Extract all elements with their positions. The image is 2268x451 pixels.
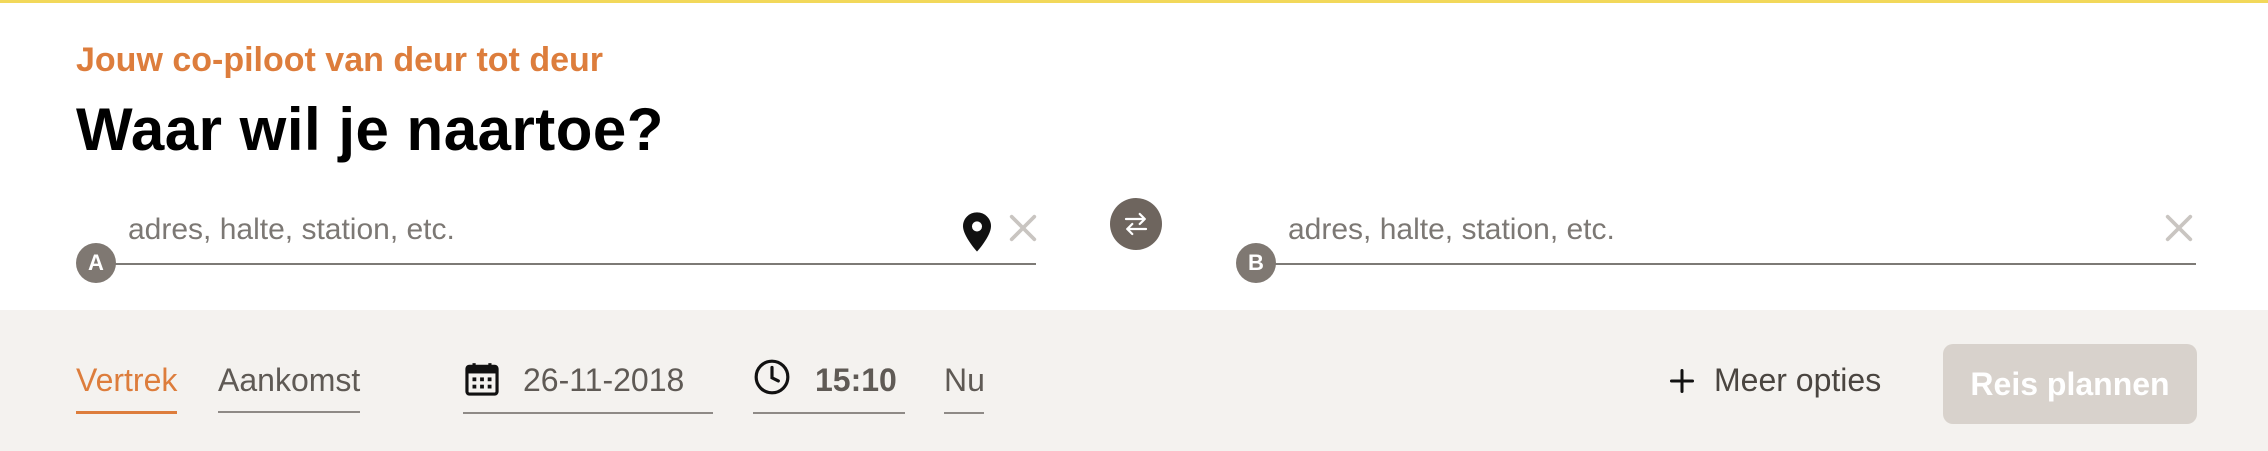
from-input[interactable] bbox=[126, 207, 830, 253]
now-button[interactable]: Nu bbox=[944, 356, 985, 414]
tab-aankomst[interactable]: Aankomst bbox=[218, 362, 361, 413]
time-value: 15:10 bbox=[815, 362, 897, 398]
clock-icon bbox=[754, 359, 790, 395]
more-options-button[interactable]: Meer opties bbox=[1668, 362, 1881, 399]
planner-top-section: Jouw co-piloot van deur tot deur Waar wi… bbox=[0, 3, 2268, 310]
plus-icon bbox=[1669, 368, 1695, 393]
to-field bbox=[1272, 193, 2196, 265]
location-pin-icon[interactable] bbox=[960, 211, 994, 253]
plan-trip-button[interactable]: Reis plannen bbox=[1943, 344, 2197, 424]
to-input[interactable] bbox=[1286, 207, 1990, 253]
date-value: 26-11-2018 bbox=[523, 362, 685, 398]
swap-button[interactable] bbox=[1110, 198, 1162, 250]
clear-icon[interactable] bbox=[2162, 211, 2196, 245]
planner-title: Waar wil je naartoe? bbox=[76, 96, 664, 163]
from-badge: A bbox=[76, 243, 116, 283]
tab-vertrek[interactable]: Vertrek bbox=[76, 362, 178, 414]
options-bar: Vertrek Aankomst 26-11-2018 15:10 Nu Mee… bbox=[0, 310, 2268, 451]
swap-arrows-icon bbox=[1124, 212, 1148, 236]
time-picker[interactable]: 15:10 bbox=[753, 356, 905, 414]
calendar-icon bbox=[465, 363, 499, 396]
now-label: Nu bbox=[944, 362, 985, 398]
more-options-label: Meer opties bbox=[1714, 362, 1882, 398]
to-badge: B bbox=[1236, 243, 1276, 283]
clear-icon[interactable] bbox=[1006, 211, 1040, 245]
from-field bbox=[112, 193, 1037, 265]
planner-subtitle: Jouw co-piloot van deur tot deur bbox=[76, 41, 603, 79]
date-picker[interactable]: 26-11-2018 bbox=[463, 356, 713, 414]
journey-planner: Jouw co-piloot van deur tot deur Waar wi… bbox=[0, 0, 2268, 451]
